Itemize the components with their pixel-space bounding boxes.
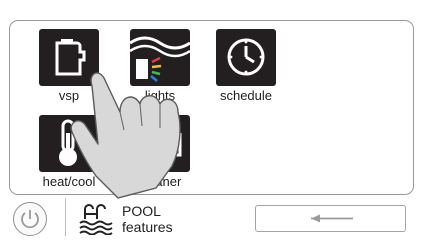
clock-icon <box>216 29 276 86</box>
lights-icon <box>130 29 190 86</box>
tile-lights[interactable]: lights <box>125 29 195 103</box>
tile-label-cleaner: cleaner <box>138 174 182 189</box>
tile-label-lights: lights <box>144 88 176 103</box>
brand-line-features: features <box>122 219 173 235</box>
feature-panel: vsp lights schedule heat/cool cleaner <box>9 20 414 195</box>
tile-label-vsp: vsp <box>58 88 80 103</box>
tile-schedule[interactable]: schedule <box>211 29 281 103</box>
pool-ladder-icon <box>79 204 113 235</box>
pool-features-brand: POOL features <box>78 202 173 236</box>
bottom-divider <box>65 198 66 236</box>
tile-heat-cool[interactable]: heat/cool <box>34 115 104 189</box>
pump-icon <box>39 29 99 86</box>
brand-line-pool: POOL <box>122 203 161 219</box>
power-icon <box>20 209 39 228</box>
back-arrow-icon <box>310 214 353 222</box>
cleaner-icon <box>130 115 190 172</box>
power-button[interactable] <box>13 202 47 236</box>
tile-cleaner[interactable]: cleaner <box>125 115 195 189</box>
thermometer-icon <box>39 115 99 172</box>
tile-vsp[interactable]: vsp <box>34 29 104 103</box>
tile-label-heat-cool: heat/cool <box>42 174 96 189</box>
back-button[interactable] <box>255 205 406 232</box>
tile-label-schedule: schedule <box>219 88 273 103</box>
